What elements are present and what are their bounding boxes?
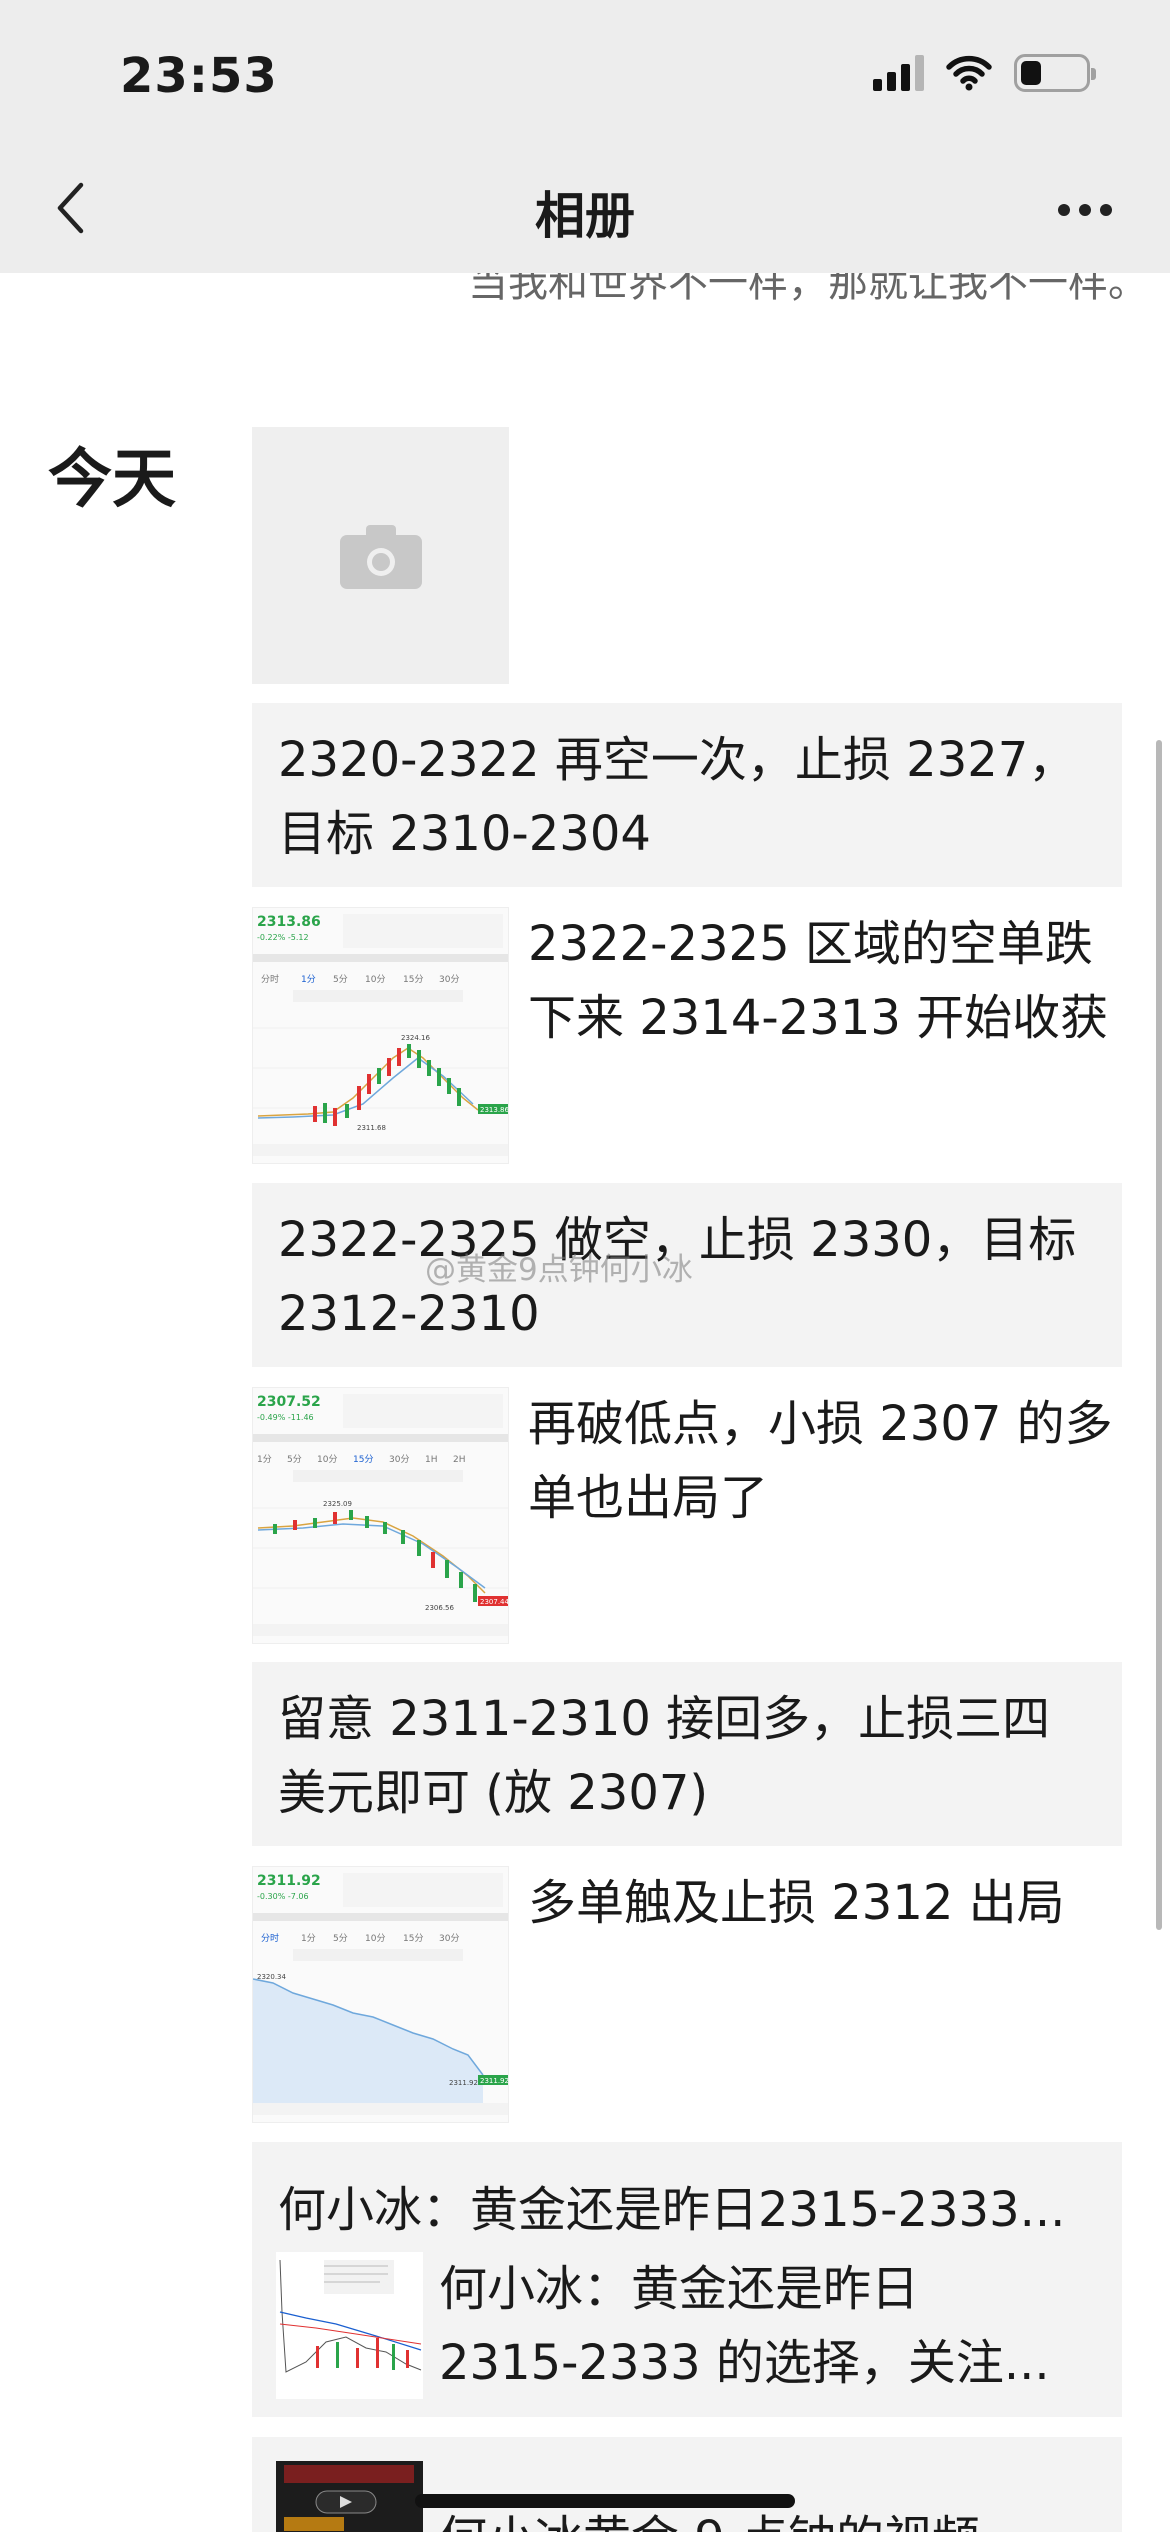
chart-screenshot-2: 2307.52 -0.49% -11.46 1分 5分 10分 15分 30分 …: [253, 1394, 508, 1636]
chart-tab: 5分: [333, 974, 348, 985]
chart-tab: 1分: [257, 1454, 272, 1465]
chart-tab: 15分: [353, 1454, 373, 1465]
feed-post-image[interactable]: 2311.92 -0.30% -7.06 分时 1分 5分 10分 15分 30…: [252, 1866, 1122, 2123]
chart-price: 2311.92: [257, 1873, 321, 1889]
candles: [313, 1044, 461, 1126]
shared-article-body: 何小冰：黄金还是昨日 2315-2333 的选择，关注...: [439, 2252, 1109, 2400]
feed-post-text[interactable]: 留意 2311-2310 接回多，止损三四美元即可 (放 2307): [252, 1662, 1122, 1846]
scrollbar[interactable]: [1156, 740, 1162, 1930]
post-thumbnail[interactable]: 2307.52 -0.49% -11.46 1分 5分 10分 15分 30分 …: [252, 1387, 509, 1644]
chart-tab: 1H: [425, 1455, 438, 1465]
shared-article-post[interactable]: 何小冰：黄金还是昨日2315-2333... 何小冰：黄金还是昨日 2315-2…: [252, 2142, 1122, 2417]
add-photo-placeholder[interactable]: [252, 427, 509, 684]
chart-tab: 30分: [389, 1454, 409, 1465]
chart-low: 2311.68: [357, 1124, 386, 1132]
chart-tag: 2307.44: [480, 1598, 508, 1606]
chart-tab: 10分: [365, 974, 385, 985]
post-thumbnail[interactable]: 2311.92 -0.30% -7.06 分时 1分 5分 10分 15分 30…: [252, 1866, 509, 2123]
post-caption: 多单触及止损 2312 出局: [528, 1875, 1065, 1931]
chart-low: 2306.56: [425, 1604, 454, 1612]
more-dot: [1100, 204, 1112, 216]
date-label: 今天: [48, 443, 176, 517]
chart-tab: 5分: [287, 1454, 302, 1465]
chart-tabs: 分时 1分 5分 10分 15分 30分: [261, 973, 459, 985]
chart-change: -0.49% -11.46: [257, 1413, 314, 1422]
chart-screenshot-1: 2313.86 -0.22% -5.12 分时 1分 5分 10分 15分 30…: [253, 914, 508, 1156]
wifi-icon: [946, 55, 992, 91]
chart-change: -0.22% -5.12: [257, 933, 309, 942]
post-caption: 再破低点，小损 2307 的多单也出局了: [528, 1396, 1113, 1526]
post-thumbnail[interactable]: 2313.86 -0.22% -5.12 分时 1分 5分 10分 15分 30…: [252, 907, 509, 1164]
top-bar: 23:53 相册: [0, 0, 1170, 273]
post-caption: 2322-2325 区域的空单跌下来 2314-2313 开始收获: [528, 916, 1109, 1046]
chart-tag: 2311.92: [480, 2077, 508, 2085]
chart-tab: 15分: [403, 974, 423, 985]
more-dot: [1079, 204, 1091, 216]
chart-tab: 分时: [261, 973, 279, 985]
signal-icon: [873, 55, 924, 91]
chart-tab: 30分: [439, 1933, 459, 1944]
shared-video-post[interactable]: 何小冰黄金 9 点钟的视频: [252, 2437, 1122, 2532]
chart-low: 2311.92: [449, 2079, 478, 2087]
page-title: 相册: [535, 187, 635, 245]
chart-tab: 5分: [333, 1933, 348, 1944]
camera-icon: [339, 524, 422, 589]
chart-tab: 分时: [261, 1932, 279, 1944]
watermark: @黄金9点钟何小冰: [425, 1252, 693, 1288]
video-thumbnail: [276, 2461, 423, 2532]
battery-icon: [1014, 54, 1096, 92]
shared-article-line: 2315-2333 的选择，关注...: [439, 2335, 1050, 2391]
status-icons: [873, 54, 1096, 92]
status-time: 23:53: [120, 48, 278, 104]
chart-peak: 2324.16: [401, 1034, 430, 1042]
post-text: 留意 2311-2310 接回多，止损三四美元即可 (放 2307): [278, 1691, 1051, 1821]
chart-tab: 1分: [301, 1933, 316, 1944]
more-button[interactable]: [1040, 180, 1130, 240]
chart-tab: 2H: [453, 1455, 466, 1465]
chart-tab: 1分: [301, 974, 316, 985]
chart-peak: 2320.34: [257, 1973, 286, 1981]
chart-tab: 30分: [439, 974, 459, 985]
shared-article-title: 何小冰：黄金还是昨日2315-2333...: [278, 2182, 1066, 2238]
home-indicator[interactable]: [415, 2494, 795, 2508]
chart-price: 2307.52: [257, 1394, 321, 1410]
feed-post-image[interactable]: 2313.86 -0.22% -5.12 分时 1分 5分 10分 15分 30…: [252, 907, 1122, 1164]
feed-post-image[interactable]: 2307.52 -0.49% -11.46 1分 5分 10分 15分 30分 …: [252, 1387, 1122, 1644]
chart-price: 2313.86: [257, 914, 321, 930]
chart-screenshot-3: 2311.92 -0.30% -7.06 分时 1分 5分 10分 15分 30…: [253, 1873, 508, 2115]
feed-post-text[interactable]: 2320-2322 再空一次，止损 2327，目标 2310-2304: [252, 703, 1122, 887]
chart-tab: 10分: [365, 1933, 385, 1944]
chart-tab: 10分: [317, 1454, 337, 1465]
more-dot: [1058, 204, 1070, 216]
chart-peak: 2325.09: [323, 1500, 352, 1508]
chart-tag: 2313.86: [480, 1106, 508, 1114]
chart-tab: 15分: [403, 1933, 423, 1944]
chart-change: -0.30% -7.06: [257, 1892, 309, 1901]
post-text: 2320-2322 再空一次，止损 2327，目标 2310-2304: [278, 732, 1077, 862]
shared-article-line: 何小冰：黄金还是昨日: [439, 2261, 920, 2317]
shared-article-thumbnail: [276, 2252, 423, 2399]
